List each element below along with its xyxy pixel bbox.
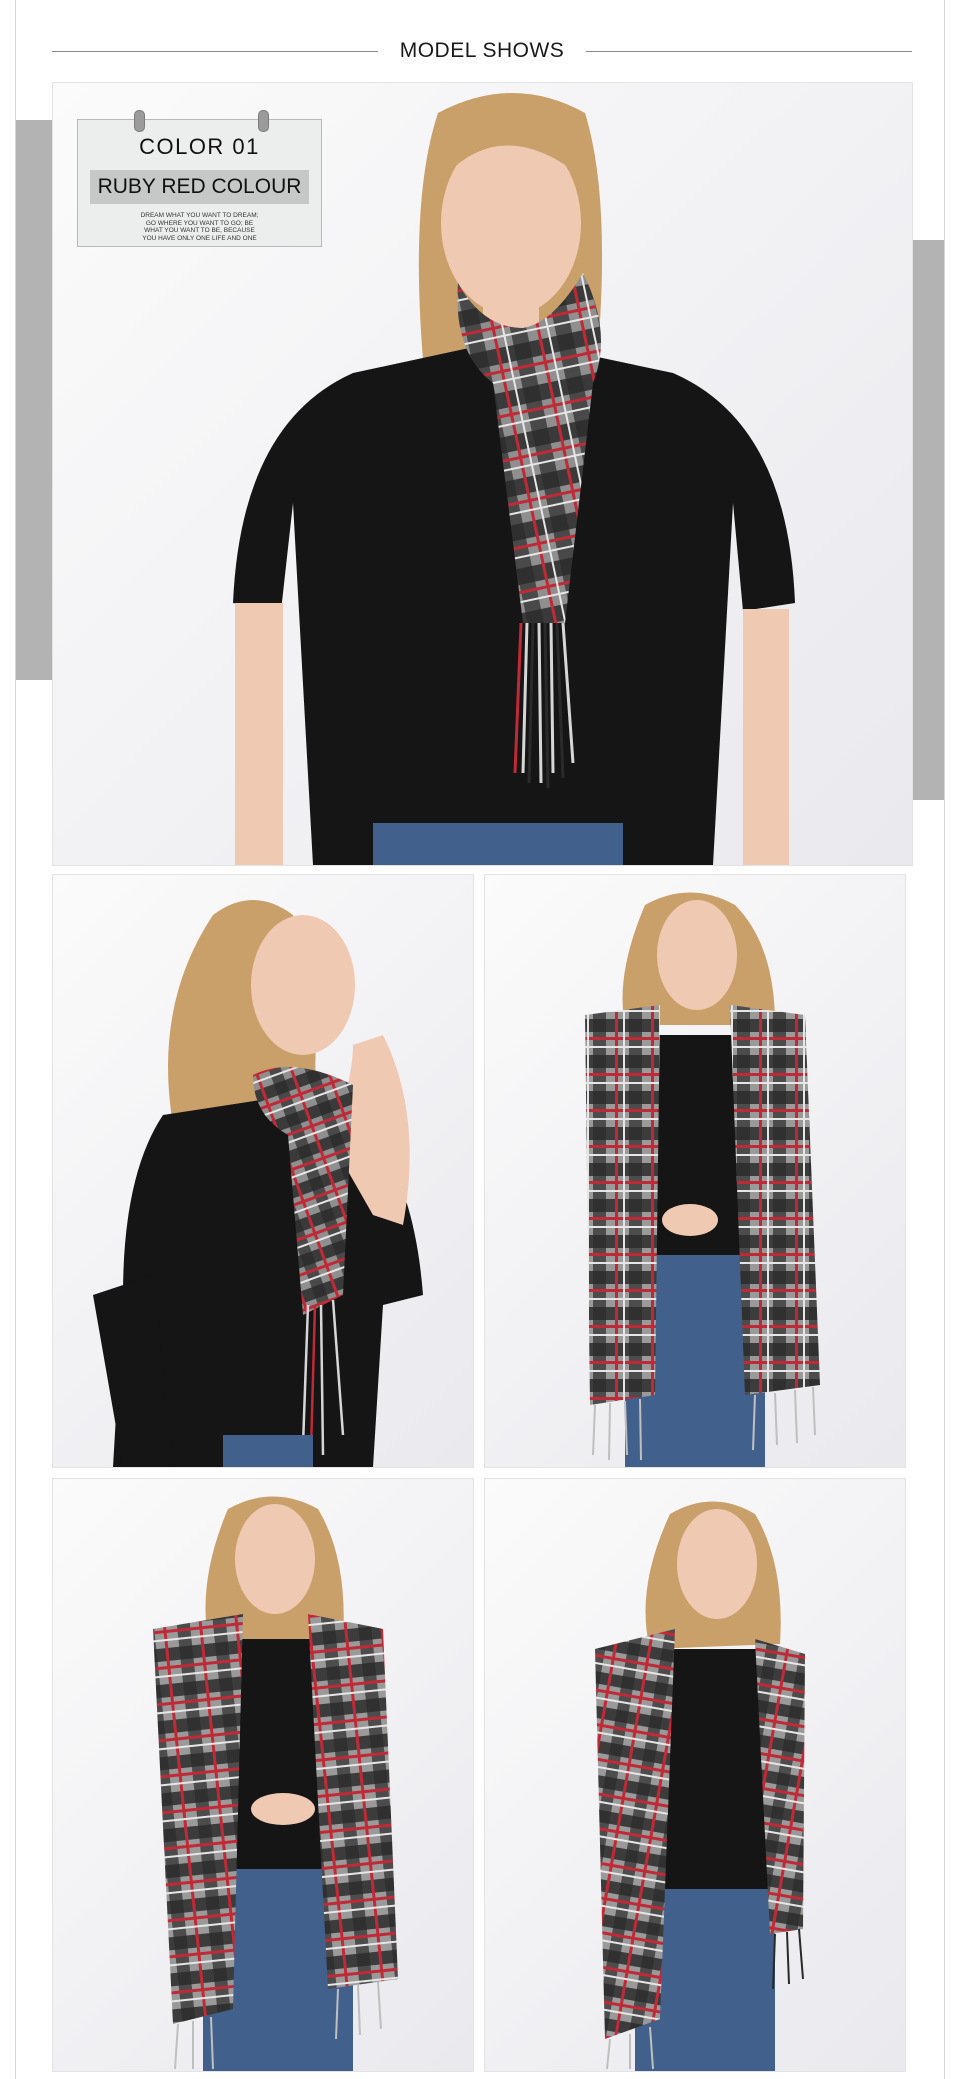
tagline: DREAM WHAT YOU WANT TO DREAM; GO WHERE Y…: [78, 212, 321, 242]
header-rule-left: [52, 50, 378, 52]
tagline-line: WHAT YOU WANT TO BE, BECAUSE: [144, 227, 255, 235]
tagline-line: YOU HAVE ONLY ONE LIFE AND ONE: [142, 234, 257, 242]
model-photo-hands-art: [153, 1496, 398, 2071]
color-name: RUBY RED COLOUR: [90, 170, 309, 204]
tagline-line: DREAM WHAT YOU WANT TO DREAM;: [140, 212, 259, 219]
model-photo-turned-art: [595, 1501, 805, 2071]
header-rule-right: [586, 50, 913, 52]
color-tag-card: COLOR 01 RUBY RED COLOUR DREAM WHAT YOU …: [77, 110, 322, 247]
model-photo-open: [484, 874, 906, 1468]
section-title: MODEL SHOWS: [399, 39, 565, 62]
tag-pin-right: [258, 110, 269, 132]
model-photo-open-art: [585, 892, 820, 1467]
decor-bar-right: [910, 240, 944, 800]
decor-bar-left: [16, 120, 52, 680]
model-photo-side: [52, 874, 474, 1468]
model-photo-turned: [484, 1478, 906, 2072]
model-photo-main: COLOR 01 RUBY RED COLOUR DREAM WHAT YOU …: [52, 82, 913, 866]
tagline-line: GO WHERE YOU WANT TO GO; BE: [145, 219, 254, 227]
model-photo-side-art: [93, 900, 423, 1467]
model-photo-hands: [52, 1478, 474, 2072]
section-header: MODEL SHOWS: [52, 28, 913, 74]
frame-line-right: [944, 0, 945, 2079]
color-number: COLOR 01: [139, 134, 260, 159]
tag-pin-left: [134, 110, 145, 132]
